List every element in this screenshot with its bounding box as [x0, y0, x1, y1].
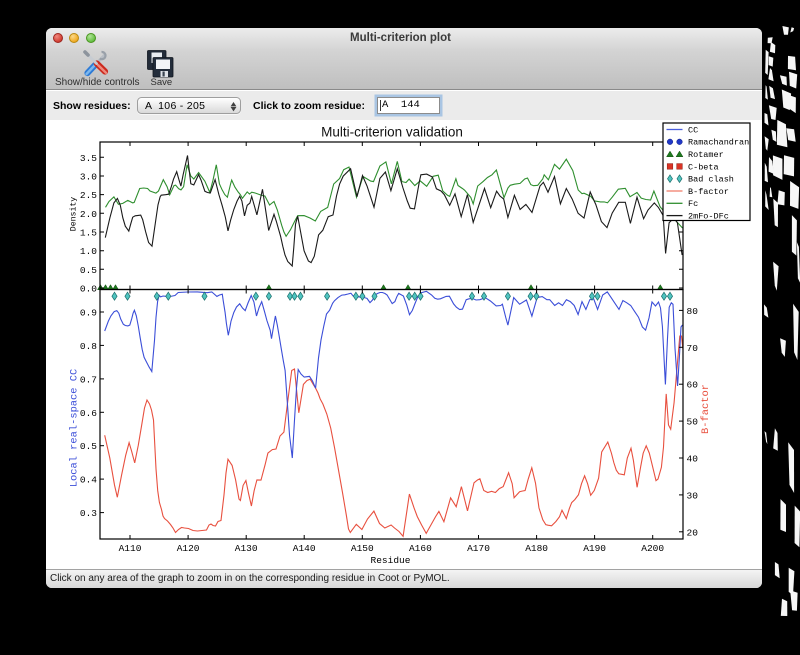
svg-text:A190: A190 [583, 543, 606, 554]
svg-text:0.5: 0.5 [80, 441, 97, 452]
svg-text:0.3: 0.3 [80, 508, 97, 519]
svg-text:A110: A110 [119, 543, 142, 554]
svg-text:A140: A140 [293, 543, 316, 554]
svg-text:0.7: 0.7 [80, 374, 97, 385]
svg-text:A160: A160 [409, 543, 432, 554]
svg-text:40: 40 [687, 454, 699, 465]
svg-text:0.9: 0.9 [80, 308, 97, 319]
svg-text:A200: A200 [641, 543, 664, 554]
svg-text:1.0: 1.0 [80, 246, 97, 257]
svg-text:80: 80 [687, 306, 699, 317]
svg-text:A130: A130 [235, 543, 258, 554]
svg-text:Multi-criterion validation: Multi-criterion validation [321, 125, 463, 140]
svg-text:C-beta: C-beta [688, 162, 719, 172]
svg-text:0.8: 0.8 [80, 341, 97, 352]
svg-text:2.5: 2.5 [80, 190, 97, 201]
svg-text:Density: Density [69, 197, 79, 231]
svg-text:0.6: 0.6 [80, 408, 97, 419]
svg-text:A150: A150 [351, 543, 374, 554]
svg-text:Rotamer: Rotamer [688, 150, 724, 160]
svg-text:3.5: 3.5 [80, 153, 97, 164]
svg-text:3.0: 3.0 [80, 172, 97, 183]
svg-text:Bad clash: Bad clash [688, 175, 734, 185]
svg-text:0.0: 0.0 [80, 284, 97, 295]
svg-text:60: 60 [687, 380, 699, 391]
svg-text:B-factor: B-factor [700, 384, 712, 434]
svg-text:Fc: Fc [688, 199, 698, 209]
svg-text:30: 30 [687, 490, 699, 501]
svg-text:CC: CC [688, 125, 698, 135]
svg-text:A120: A120 [177, 543, 200, 554]
svg-text:A180: A180 [525, 543, 548, 554]
svg-text:50: 50 [687, 417, 699, 428]
svg-text:0.4: 0.4 [80, 475, 97, 486]
svg-text:2mFo-DFc: 2mFo-DFc [688, 212, 729, 222]
svg-text:70: 70 [687, 343, 699, 354]
svg-text:Local real-space CC: Local real-space CC [69, 369, 81, 487]
svg-text:2.0: 2.0 [80, 209, 97, 220]
svg-text:1.5: 1.5 [80, 228, 97, 239]
svg-text:Residue: Residue [371, 555, 411, 566]
svg-text:20: 20 [687, 527, 699, 538]
svg-text:A170: A170 [467, 543, 490, 554]
svg-text:B-factor: B-factor [688, 187, 729, 197]
svg-text:Ramachandran: Ramachandran [688, 138, 749, 148]
svg-text:0.5: 0.5 [80, 265, 97, 276]
